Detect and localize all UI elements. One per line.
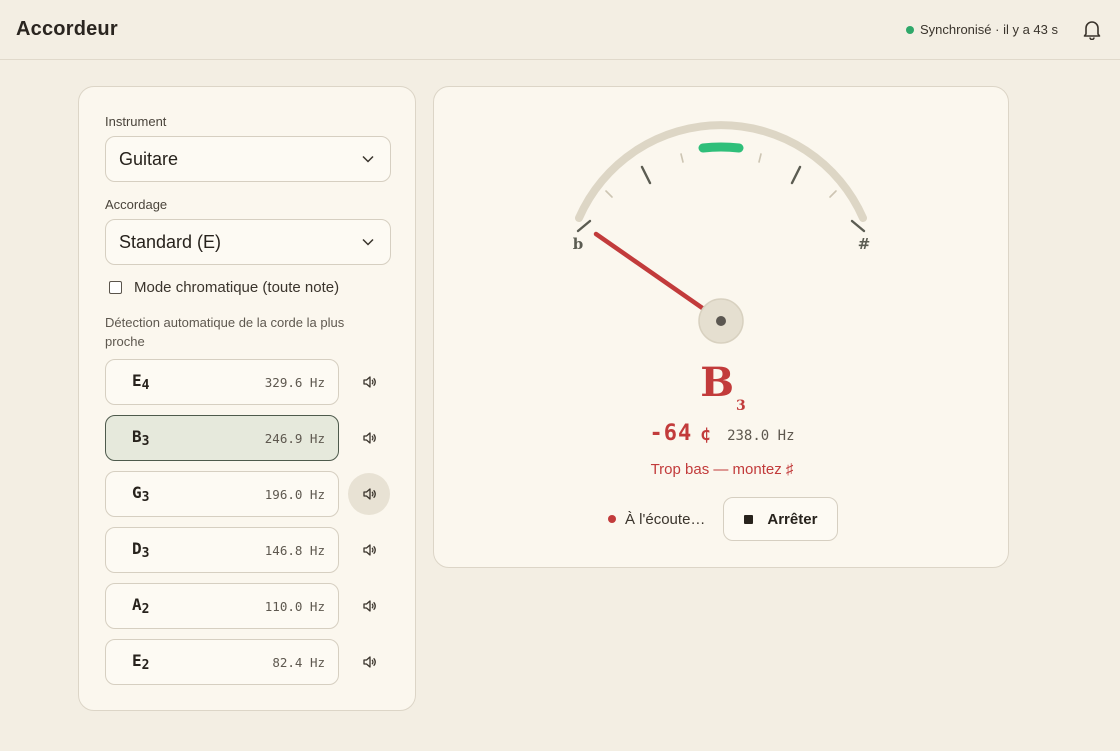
tuning-gauge: b # bbox=[573, 121, 871, 344]
tuning-hint: Trop bas — montez ♯ bbox=[650, 461, 794, 478]
in-tune-zone bbox=[698, 142, 744, 153]
string-frequency: 196.0 Hz bbox=[264, 486, 325, 502]
tuner-panel: b # B3 -64 ¢ 238.0 Hz Trop bas — montez … bbox=[433, 86, 1009, 568]
chevron-down-icon bbox=[362, 152, 376, 166]
detected-note-octave: 3 bbox=[736, 398, 746, 414]
string-frequency: 82.4 Hz bbox=[272, 654, 325, 670]
sharp-symbol: # bbox=[858, 235, 871, 253]
detected-frequency: 238.0 Hz bbox=[727, 428, 795, 444]
listening-label: À l'écoute… bbox=[625, 510, 706, 528]
stop-label: Arrêter bbox=[767, 510, 818, 528]
string-frequency: 110.0 Hz bbox=[264, 598, 325, 614]
speaker-icon[interactable] bbox=[348, 529, 390, 571]
string-frequency: 146.8 Hz bbox=[264, 542, 325, 558]
speaker-icon[interactable] bbox=[348, 641, 390, 683]
string-row: E4 329.6 Hz bbox=[105, 359, 391, 407]
chevron-down-icon bbox=[362, 235, 376, 249]
string-note: E2 bbox=[132, 651, 150, 673]
string-row: E2 82.4 Hz bbox=[105, 639, 391, 687]
speaker-icon[interactable] bbox=[348, 417, 390, 459]
app-title: Accordeur bbox=[16, 18, 118, 40]
speaker-icon[interactable] bbox=[348, 361, 390, 403]
string-frequency: 329.6 Hz bbox=[264, 374, 325, 390]
speaker-icon[interactable] bbox=[348, 585, 390, 627]
detected-note-letter: B bbox=[700, 359, 735, 406]
string-button-e2[interactable]: E2 82.4 Hz bbox=[105, 639, 339, 685]
string-row: G3 196.0 Hz bbox=[105, 471, 391, 519]
string-note: E4 bbox=[132, 371, 150, 393]
chromatic-mode-row[interactable]: Mode chromatique (toute note) bbox=[109, 279, 339, 296]
instrument-select[interactable]: Guitare bbox=[105, 136, 391, 182]
string-note: A2 bbox=[132, 595, 150, 617]
string-button-b3[interactable]: B3 246.9 Hz bbox=[105, 415, 339, 461]
string-row: A2 110.0 Hz bbox=[105, 583, 391, 631]
tuning-label: Accordage bbox=[105, 197, 168, 212]
chromatic-mode-label: Mode chromatique (toute note) bbox=[134, 279, 340, 296]
pitch-reading: -64 ¢ 238.0 Hz bbox=[434, 421, 1010, 446]
string-button-d3[interactable]: D3 146.8 Hz bbox=[105, 527, 339, 573]
string-note: B3 bbox=[132, 427, 150, 449]
string-row: B3 246.9 Hz bbox=[105, 415, 391, 463]
speaker-icon[interactable] bbox=[348, 473, 390, 515]
tuning-select[interactable]: Standard (E) bbox=[105, 219, 391, 265]
auto-detect-text: Détection automatique de la corde la plu… bbox=[105, 315, 345, 349]
major-ticks bbox=[576, 165, 866, 233]
stop-button[interactable]: Arrêter bbox=[723, 497, 839, 541]
settings-panel: Instrument Guitare Accordage Standard (E… bbox=[78, 86, 416, 711]
tuning-value: Standard (E) bbox=[119, 231, 222, 252]
string-button-e4[interactable]: E4 329.6 Hz bbox=[105, 359, 339, 405]
cents-symbol: ¢ bbox=[700, 424, 712, 445]
gauge-arc bbox=[575, 121, 867, 222]
string-button-g3[interactable]: G3 196.0 Hz bbox=[105, 471, 339, 517]
listening-controls: À l'écoute… Arrêter bbox=[608, 497, 839, 541]
string-row: D3 146.8 Hz bbox=[105, 527, 391, 575]
cents-offset: -64 bbox=[649, 421, 693, 446]
needle bbox=[593, 231, 724, 324]
string-note: G3 bbox=[132, 483, 150, 505]
sync-text: Synchronisé · il y a 43 s bbox=[919, 22, 1058, 37]
sync-dot bbox=[905, 25, 914, 34]
recording-dot bbox=[608, 515, 616, 523]
string-button-a2[interactable]: A2 110.0 Hz bbox=[105, 583, 339, 629]
listening-status: À l'écoute… bbox=[608, 511, 705, 528]
string-note: D3 bbox=[132, 539, 150, 561]
string-frequency: 246.9 Hz bbox=[264, 430, 325, 446]
sync-status: Synchronisé · il y a 43 s bbox=[905, 22, 1058, 37]
stop-icon bbox=[744, 514, 754, 524]
bell-icon[interactable] bbox=[1080, 18, 1104, 42]
minor-ticks bbox=[605, 153, 837, 198]
detected-note: B3 bbox=[434, 359, 1010, 414]
instrument-value: Guitare bbox=[119, 148, 179, 169]
flat-symbol: b bbox=[573, 235, 584, 253]
chromatic-mode-checkbox[interactable] bbox=[109, 281, 122, 294]
top-bar: Accordeur Synchronisé · il y a 43 s bbox=[0, 0, 1120, 60]
needle-hub-center bbox=[716, 316, 726, 326]
instrument-label: Instrument bbox=[105, 114, 167, 129]
